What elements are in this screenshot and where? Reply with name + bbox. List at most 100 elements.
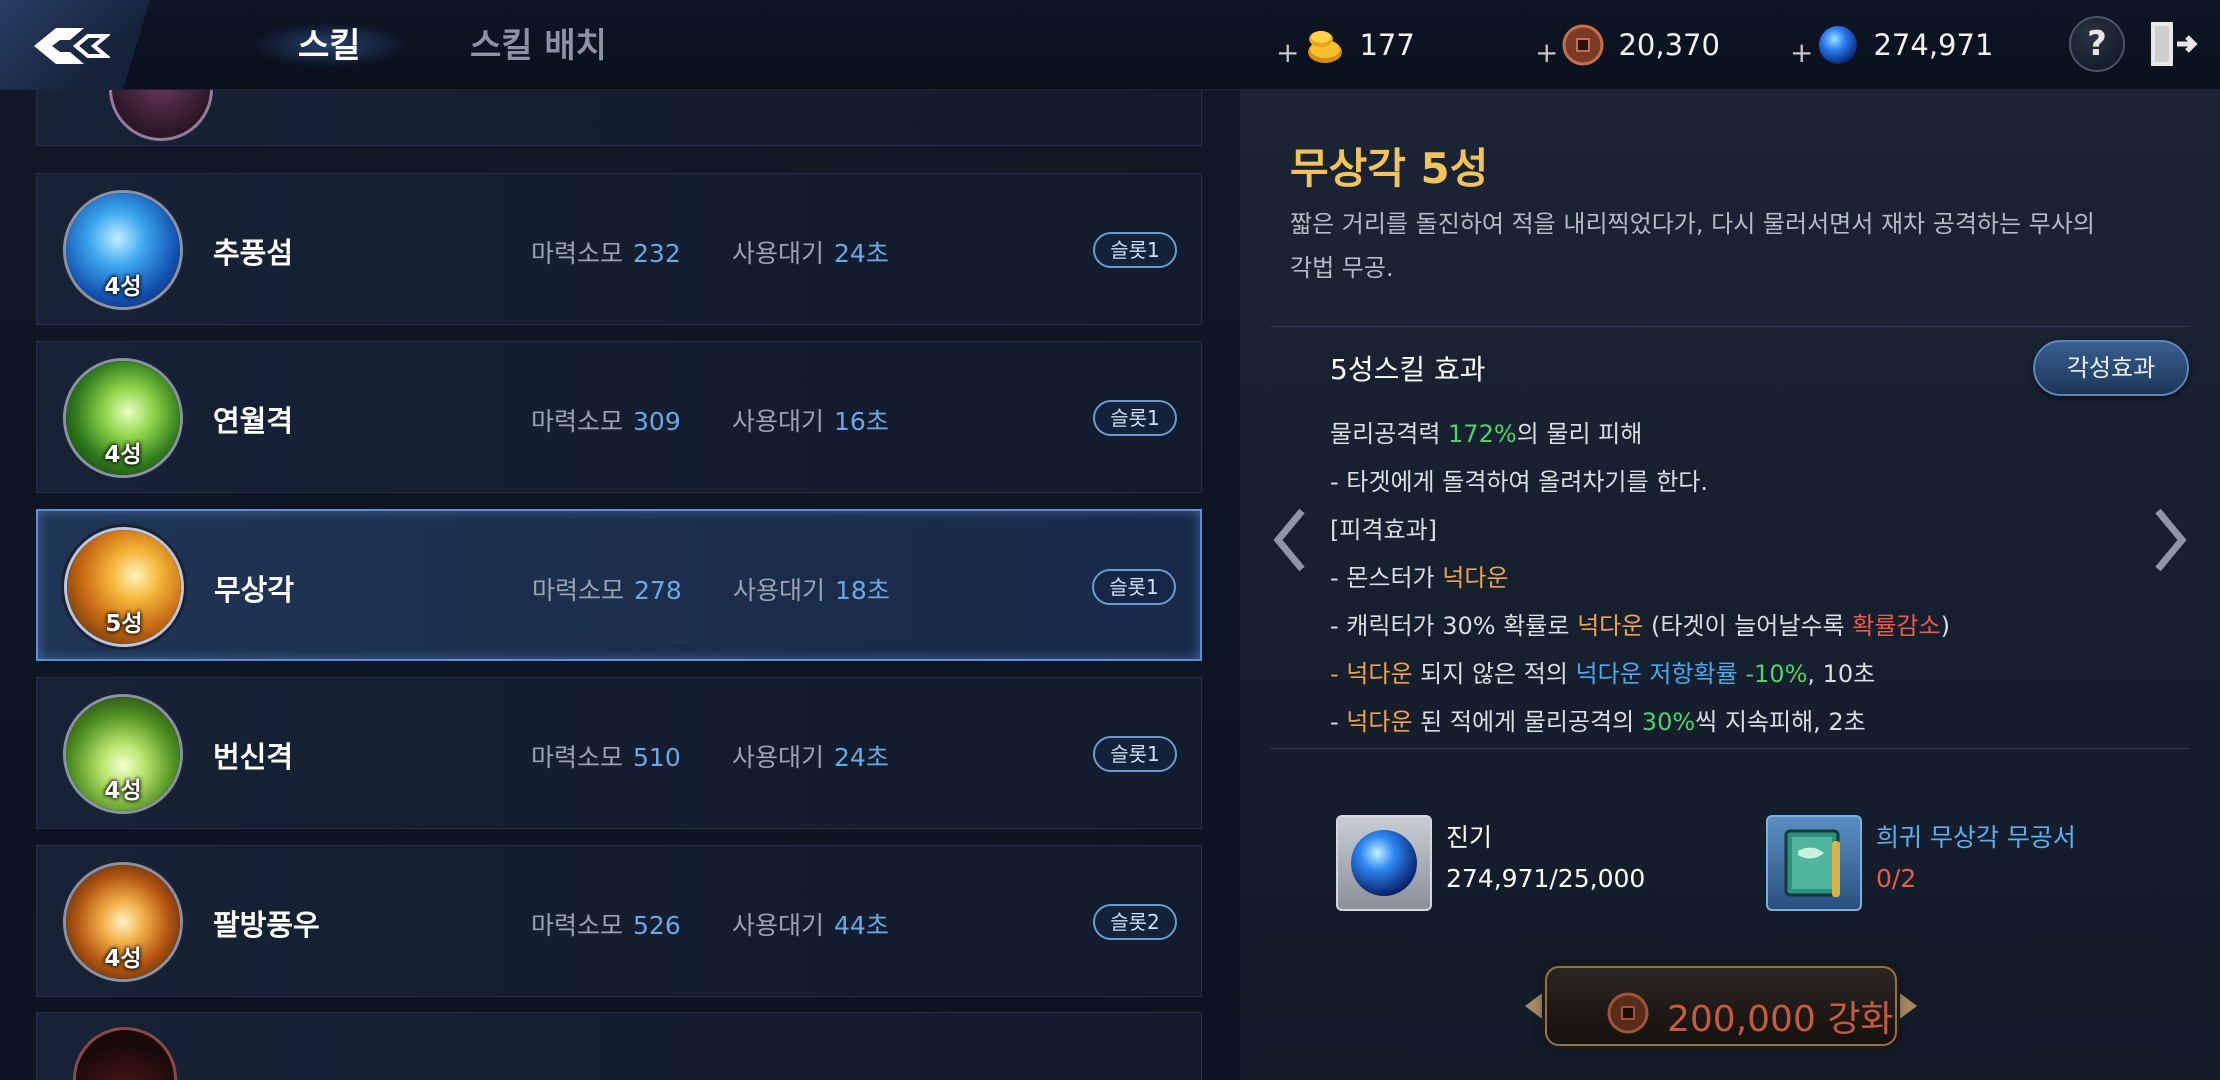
upgrade-button-body[interactable]: 200,000 강화 (1545, 966, 1897, 1046)
skill-stars: 4성 (104, 778, 142, 804)
effect-highlight: 172% (1448, 420, 1517, 448)
skill-row-musanggak[interactable]: 5성 무상각 마력소모 278 사용대기 18초 슬롯1 (36, 509, 1202, 661)
effect-highlight: 넉다운 (1577, 612, 1644, 640)
cooldown-label: 사용대기 (732, 911, 825, 940)
effect-title: 5성스킬 효과 (1330, 353, 1486, 386)
currency-orb[interactable]: + 274,971 (1790, 22, 1993, 69)
back-button[interactable] (0, 0, 150, 90)
skill-detail-panel: 무상각 5성 짧은 거리를 돌진하여 적을 내리찍었다가, 다시 물러서면서 재… (1240, 90, 2220, 1080)
awaken-effect-button[interactable]: 각성효과 (2033, 340, 2189, 396)
slot-badge: 슬롯1 (1093, 736, 1177, 772)
effect-text: 물리공격력 (1330, 420, 1449, 448)
skill-list[interactable]: 4성 추풍섬 마력소모 232 사용대기 24초 슬롯1 4성 연월격 마력소모 30… (0, 90, 1240, 1080)
effect-highlight: 넉다운 저항확률 (1575, 660, 1738, 688)
skill-name: 연월격 (213, 404, 294, 438)
effect-text: - 캐릭터가 30% 확률로 (1330, 612, 1578, 640)
cooldown-value: 24초 (834, 239, 889, 268)
skill-row-chupungseom[interactable]: 4성 추풍섬 마력소모 232 사용대기 24초 슬롯1 (36, 173, 1202, 325)
skill-stars: 4성 (104, 946, 142, 972)
effect-highlight: 30% (1641, 708, 1696, 736)
effect-text: (타겟이 늘어날수록 (1643, 612, 1853, 640)
divider (1270, 748, 2190, 749)
material-slot-jingi[interactable] (1336, 815, 1432, 911)
skill-detail-title: 무상각 5성 (1290, 144, 1489, 193)
material-name: 희귀 무상각 무공서 (1876, 823, 2076, 852)
blue-orb-icon (1351, 830, 1417, 896)
cooldown: 사용대기 16초 (732, 402, 889, 438)
slot-badge: 슬롯1 (1093, 400, 1177, 436)
divider (1270, 326, 2190, 327)
skill-row-beonsingyeok[interactable]: 4성 번신격 마력소모 510 사용대기 24초 슬롯1 (36, 677, 1202, 829)
skill-row-yeonwolgyeok[interactable]: 4성 연월격 마력소모 309 사용대기 16초 슬롯1 (36, 341, 1202, 493)
skill-stars: 4성 (104, 274, 142, 300)
effect-text: - 타겟에게 돌격하여 올려차기를 한다. (1330, 468, 1709, 496)
description-line: 짧은 거리를 돌진하여 적을 내리찍었다가, 다시 물러서면서 재차 공격하는 … (1290, 210, 2095, 238)
cooldown-label: 사용대기 (732, 743, 825, 772)
gold-amount: 177 (1359, 28, 1415, 62)
cooldown-value: 44초 (834, 911, 889, 940)
effect-highlight: 넉다운 (1346, 708, 1413, 736)
skill-icon-partial (73, 1027, 177, 1080)
skill-icon-palbangpungu: 4성 (63, 862, 183, 982)
skill-icon-chupungseom: 4성 (63, 190, 183, 310)
skill-row-palbangpungu[interactable]: 4성 팔방풍우 마력소모 526 사용대기 44초 슬롯2 (36, 845, 1202, 997)
tab-skill-placement[interactable]: 스킬 배치 (470, 18, 607, 67)
back-logo-icon (34, 28, 110, 64)
mana-cost: 마력소모 232 (531, 234, 681, 270)
slot-badge: 슬롯2 (1093, 904, 1177, 940)
mana-cost: 마력소모 309 (531, 402, 681, 438)
cooldown: 사용대기 18초 (733, 571, 890, 607)
effect-line: - 캐릭터가 30% 확률로 넉다운 (타겟이 늘어날수록 확률감소) (1330, 602, 1950, 650)
list-item-partial-bottom[interactable] (36, 1012, 1202, 1080)
list-item-partial-top[interactable] (36, 90, 1202, 146)
bronze-coin-icon (1562, 24, 1604, 66)
cooldown: 사용대기 44초 (732, 906, 889, 942)
skill-name: 팔방풍우 (213, 908, 320, 942)
skill-icon-musanggak: 5성 (64, 527, 184, 647)
mana-cost-value: 526 (633, 911, 681, 940)
cooldown-value: 24초 (834, 743, 889, 772)
material-amount: 0/2 (1876, 864, 1917, 893)
next-arrow-icon[interactable] (2150, 505, 2190, 575)
exit-icon[interactable] (2147, 18, 2199, 70)
currency-gold[interactable]: + 177 (1276, 22, 1415, 69)
effect-text: 되지 않은 적의 (1412, 660, 1576, 688)
effect-highlight: 넉다운 (1346, 660, 1413, 688)
prev-arrow-icon[interactable] (1270, 505, 1310, 575)
mana-cost-value: 309 (633, 407, 681, 436)
material-amount: 274,971/25,000 (1446, 864, 1646, 893)
mana-cost: 마력소모 510 (531, 738, 681, 774)
add-orb-button[interactable]: + (1790, 36, 1813, 69)
upgrade-cost-label: 200,000 강화 (1667, 999, 1894, 1040)
material-name: 진기 (1446, 823, 1493, 852)
effect-text: , 10초 (1807, 660, 1876, 688)
cooldown: 사용대기 24초 (732, 234, 889, 270)
effect-line: [피격효과] (1330, 506, 1950, 554)
slot-badge: 슬롯1 (1092, 569, 1176, 605)
upgrade-button[interactable]: 200,000 강화 (1525, 960, 1917, 1052)
effect-line: - 타겟에게 돌격하여 올려차기를 한다. (1330, 458, 1950, 506)
help-button[interactable]: ? (2069, 16, 2125, 72)
material-slot-skill-book[interactable] (1766, 815, 1862, 911)
mana-cost-label: 마력소모 (531, 407, 624, 436)
cooldown-label: 사용대기 (733, 576, 826, 605)
cooldown-label: 사용대기 (732, 239, 825, 268)
description-line: 각법 무공. (1290, 254, 1394, 282)
effect-text: 된 적에게 물리공격의 (1412, 708, 1642, 736)
effect-lines: 물리공격력 172%의 물리 피해 - 타겟에게 돌격하여 올려차기를 한다. … (1330, 410, 1950, 746)
effect-text: 의 물리 피해 (1516, 420, 1643, 448)
mana-cost: 마력소모 526 (531, 906, 681, 942)
currency-coin[interactable]: + 20,370 (1535, 22, 1720, 69)
effect-text: - (1330, 660, 1347, 688)
tab-skill[interactable]: 스킬 (298, 18, 361, 67)
mana-cost-label: 마력소모 (531, 911, 624, 940)
skill-icon-yeonwolgyeok: 4성 (63, 358, 183, 478)
add-coin-button[interactable]: + (1535, 36, 1558, 69)
add-gold-button[interactable]: + (1276, 36, 1299, 69)
skill-name: 무상각 (214, 573, 295, 607)
mana-cost-value: 232 (633, 239, 681, 268)
gold-ingot-icon (1308, 31, 1343, 63)
skill-book-icon (1784, 829, 1840, 897)
mana-cost-label: 마력소모 (532, 576, 625, 605)
skill-icon-partial (109, 90, 213, 141)
